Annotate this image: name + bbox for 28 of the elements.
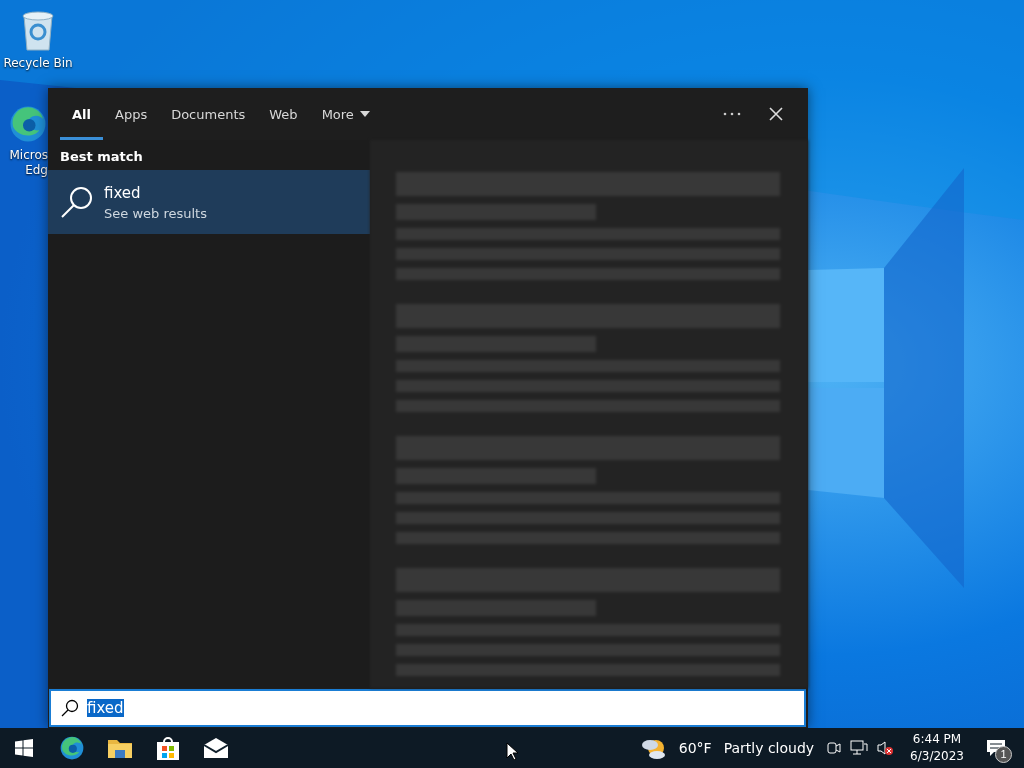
weather-widget[interactable]: 60°F Partly cloudy — [634, 728, 821, 768]
mail-icon — [203, 737, 229, 759]
icon-label: Edg — [25, 163, 48, 178]
search-field[interactable]: fixed — [49, 689, 806, 727]
camera-icon[interactable] — [826, 740, 843, 756]
ellipsis-icon — [723, 112, 741, 116]
close-icon — [769, 107, 783, 121]
filter-tab[interactable]: Web — [257, 88, 310, 140]
windows-logo-icon — [15, 739, 33, 757]
filter-tab[interactable]: Apps — [103, 88, 160, 140]
store-icon — [156, 735, 180, 761]
icon-label: Recycle Bin — [3, 56, 73, 71]
action-center-button[interactable]: 1 — [974, 728, 1018, 768]
mouse-pointer-icon — [506, 742, 518, 760]
search-icon — [61, 699, 79, 717]
muted-speaker-icon[interactable] — [876, 740, 895, 756]
search-icon — [60, 185, 94, 219]
notification-badge: 1 — [995, 746, 1012, 763]
filter-tab[interactable]: All — [60, 88, 103, 140]
clock[interactable]: 6:44 PM 6/3/2023 — [900, 731, 974, 765]
browser-icon[interactable] — [8, 104, 48, 144]
browser-icon — [59, 735, 85, 761]
network-icon[interactable] — [850, 740, 869, 756]
filter-tab[interactable]: Documents — [159, 88, 258, 140]
section-heading: Best match — [59, 148, 144, 166]
icon-label: Micros — [9, 148, 48, 163]
search-result[interactable]: fixed See web results — [48, 170, 370, 234]
filter-tab[interactable]: More — [309, 88, 382, 140]
